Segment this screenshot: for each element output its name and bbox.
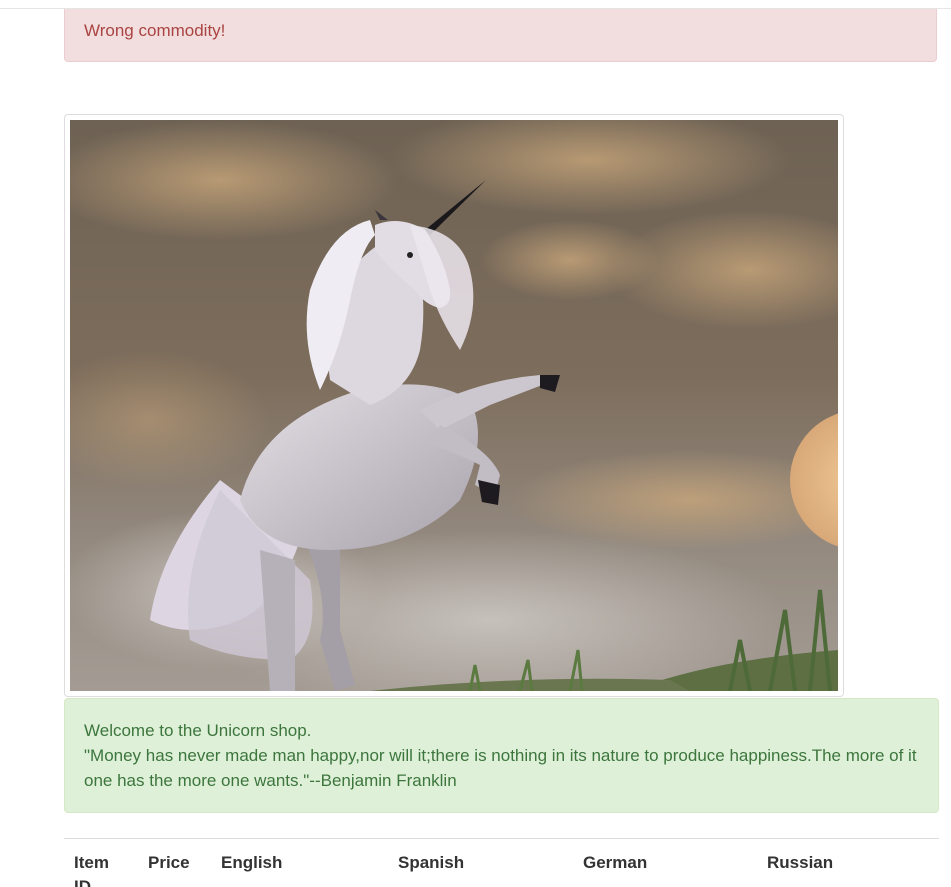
table-header-row: Item ID Price English Spanish German Rus…	[64, 839, 939, 887]
header-russian: Russian	[767, 853, 834, 872]
header-item-id: Item ID	[74, 853, 109, 887]
welcome-line: Welcome to the Unicorn shop.	[84, 721, 312, 740]
error-alert: Wrong commodity!	[64, 9, 937, 62]
welcome-alert: Welcome to the Unicorn shop. "Money has …	[64, 698, 939, 813]
header-spanish: Spanish	[398, 853, 465, 872]
header-german: German	[583, 853, 648, 872]
header-price: Price	[148, 853, 190, 872]
unicorn-image	[70, 120, 838, 691]
hero-image-thumbnail	[64, 114, 844, 697]
error-alert-text: Wrong commodity!	[84, 21, 226, 40]
franklin-quote: "Money has never made man happy,nor will…	[84, 746, 917, 790]
commodity-table: Item ID Price English Spanish German Rus…	[64, 838, 939, 887]
header-english: English	[221, 853, 283, 872]
